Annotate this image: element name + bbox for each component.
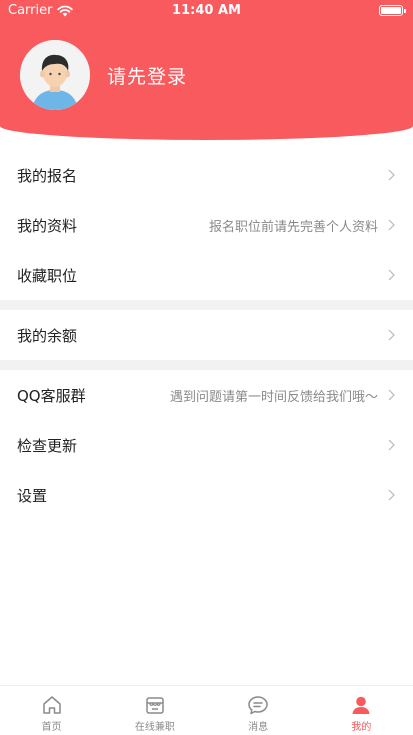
profile-menu: 我的报名 我的资料 报名职位前请先完善个人资料 收藏职位 我的余额 QQ客服群 … (0, 150, 413, 520)
avatar[interactable] (20, 40, 90, 110)
section-divider (0, 300, 413, 310)
menu-item-label: 设置 (17, 486, 48, 505)
menu-item-label: 收藏职位 (17, 266, 78, 285)
battery-icon (379, 5, 406, 16)
tab-home[interactable]: 首页 (0, 686, 103, 735)
menu-item-hint: 报名职位前请先完善个人资料 (208, 219, 378, 235)
chevron-right-icon (388, 329, 395, 341)
tab-label: 我的 (351, 722, 372, 733)
menu-item-label: 我的资料 (17, 216, 78, 235)
avatar-person-icon (20, 40, 90, 110)
menu-item-settings[interactable]: 设置 (0, 470, 413, 520)
chevron-right-icon (388, 169, 395, 181)
tab-label: 消息 (248, 722, 269, 733)
chevron-right-icon (388, 389, 395, 401)
tab-online-jobs[interactable]: 在线兼职 (103, 686, 206, 735)
chevron-right-icon (388, 489, 395, 501)
chevron-right-icon (388, 269, 395, 281)
tab-profile[interactable]: 我的 (310, 686, 413, 735)
menu-item-label: QQ客服群 (17, 386, 86, 405)
chevron-right-icon (388, 439, 395, 451)
chevron-right-icon (388, 219, 395, 231)
section-divider (0, 360, 413, 370)
status-bar: Carrier 11:40 AM (0, 0, 413, 22)
tab-label: 首页 (41, 722, 62, 733)
menu-item-qq-group[interactable]: QQ客服群 遇到问题请第一时间反馈给我们哦～ (0, 370, 413, 420)
login-prompt[interactable]: 请先登录 (107, 62, 187, 89)
menu-item-favorite-jobs[interactable]: 收藏职位 (0, 250, 413, 300)
tab-label: 在线兼职 (134, 722, 175, 733)
message-icon (248, 696, 268, 715)
tab-messages[interactable]: 消息 (207, 686, 310, 735)
menu-item-my-balance[interactable]: 我的余额 (0, 310, 413, 360)
bottom-tab-bar: 首页 在线兼职 消息 我的 (0, 685, 413, 735)
profile-icon (352, 696, 370, 714)
menu-item-label: 我的报名 (17, 166, 78, 185)
menu-item-my-profile[interactable]: 我的资料 报名职位前请先完善个人资料 (0, 200, 413, 250)
menu-item-hint: 遇到问题请第一时间反馈给我们哦～ (169, 389, 378, 405)
menu-item-my-signups[interactable]: 我的报名 (0, 150, 413, 200)
profile-header: Carrier 11:40 AM 请先登录 (0, 0, 413, 140)
menu-item-label: 检查更新 (17, 436, 78, 455)
store-icon (146, 697, 164, 714)
menu-item-label: 我的余额 (17, 326, 78, 345)
status-time: 11:40 AM (172, 3, 241, 18)
home-icon (42, 696, 61, 714)
menu-item-check-update[interactable]: 检查更新 (0, 420, 413, 470)
profile-page: Carrier 11:40 AM 请先登录 我的报名 我的资料 报名职位前请先完… (0, 0, 413, 735)
